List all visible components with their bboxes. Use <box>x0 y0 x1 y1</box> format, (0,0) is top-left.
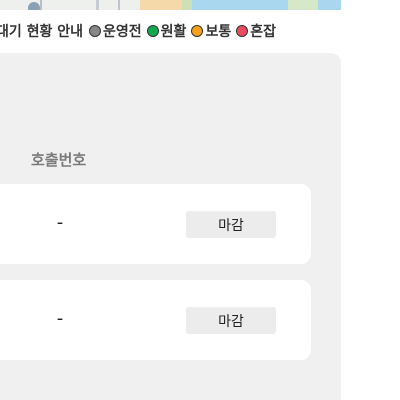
legend-item-before-operation: 운영전 <box>89 21 142 41</box>
closed-status-button[interactable]: 마감 <box>186 307 276 334</box>
list-item[interactable]: - 마감 <box>0 280 311 360</box>
map-water <box>192 0 288 10</box>
map-area <box>140 0 182 10</box>
call-number-value: - <box>56 212 64 233</box>
map-road <box>118 0 120 10</box>
map-water <box>318 0 341 10</box>
map-preview[interactable] <box>0 0 341 10</box>
legend-label: 원활 <box>160 24 187 40</box>
green-dot-icon <box>146 25 159 37</box>
red-dot-icon <box>236 25 249 37</box>
waiting-status-legend: 대기 현황 안내 운영전 원활 보통 혼잡 <box>0 14 341 48</box>
list-item[interactable]: - 마감 <box>0 184 311 264</box>
map-area <box>288 0 318 10</box>
legend-item-normal: 보통 <box>191 21 231 41</box>
legend-label: 혼잡 <box>250 24 276 40</box>
call-number-value: - <box>56 308 64 329</box>
gray-dot-icon <box>89 25 102 37</box>
map-pin-icon[interactable] <box>28 2 40 10</box>
map-road <box>96 0 99 10</box>
map-road <box>40 0 42 10</box>
closed-status-button[interactable]: 마감 <box>186 211 276 238</box>
legend-item-smooth: 원활 <box>146 21 187 41</box>
map-area <box>182 0 192 10</box>
legend-label: 보통 <box>205 24 232 40</box>
legend-title: 대기 현황 안내 <box>0 24 84 40</box>
orange-dot-icon <box>191 25 204 37</box>
legend-label: 운영전 <box>103 24 142 40</box>
legend-item-crowded: 혼잡 <box>236 21 276 41</box>
waiting-list-panel: 호출번호 - 마감 - 마감 <box>0 53 341 400</box>
call-number-header: 호출번호 <box>31 151 87 169</box>
